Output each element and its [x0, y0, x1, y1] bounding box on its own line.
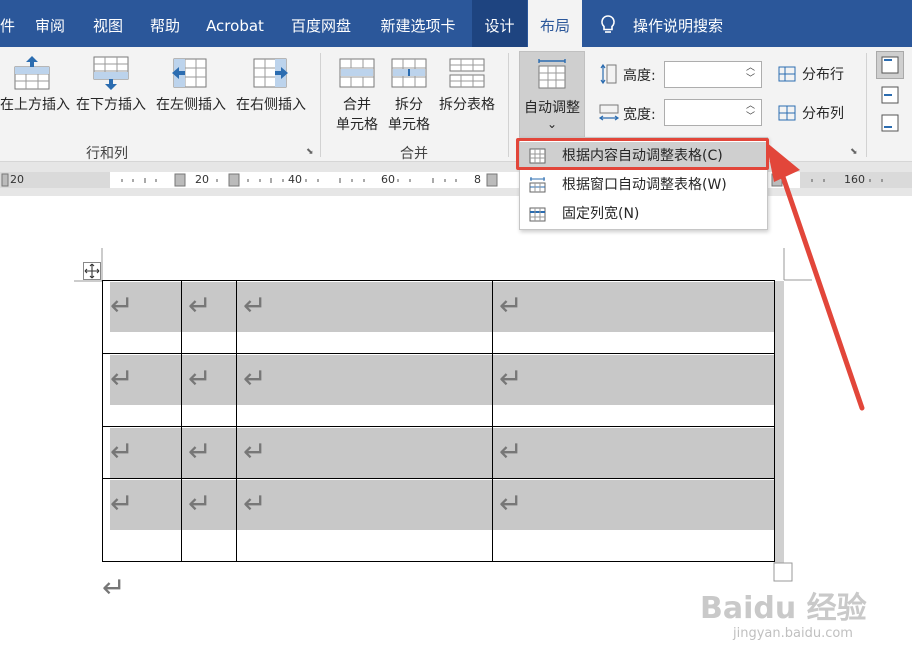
column-width-icon	[598, 103, 620, 127]
highlight-annotation-box	[516, 138, 769, 170]
autofit-window-icon	[529, 177, 546, 193]
merge-cells-label-1: 合并	[343, 97, 371, 113]
split-cells-label-1: 拆分	[395, 97, 423, 113]
paragraph-mark-icon: ↵	[243, 362, 267, 395]
align-top-left-icon	[881, 56, 899, 74]
spinner-arrows-icon[interactable]: ︿ ﹀	[746, 101, 755, 123]
baidu-jingyan-watermark-logo: Baidu 经验	[700, 591, 867, 626]
insert-below-button[interactable]: 在下方插入	[72, 55, 150, 115]
spinner-arrows-icon[interactable]: ︿ ﹀	[746, 63, 755, 85]
paragraph-mark-icon: ↵	[110, 289, 134, 322]
insert-above-icon	[14, 56, 50, 90]
paragraph-mark-icon: ↵	[243, 487, 267, 520]
watermark-url: jingyan.baidu.com	[733, 626, 853, 641]
insert-right-button[interactable]: 在右侧插入	[232, 55, 310, 115]
split-table-button[interactable]: 拆分表格	[436, 55, 498, 115]
ruler-label: 60	[381, 173, 395, 186]
group-label-merge: 合并	[400, 146, 428, 162]
ruler-label: 20	[195, 173, 209, 186]
align-top-left-button[interactable]	[876, 51, 904, 79]
menu-item-autofit-window[interactable]: 根据窗口自动调整表格(W)	[520, 171, 767, 199]
align-center-left-button[interactable]	[878, 83, 904, 107]
paragraph-mark-icon: ↵	[499, 435, 523, 468]
insert-above-label: 在上方插入	[0, 97, 70, 113]
tab-new-tab[interactable]: 新建选项卡	[368, 0, 468, 47]
tab-help[interactable]: 帮助	[137, 0, 193, 47]
merge-cells-button[interactable]: 合并 单元格	[333, 55, 381, 135]
group-separator	[320, 53, 321, 157]
insert-right-icon	[253, 58, 288, 88]
distribute-cols-label: 分布列	[802, 106, 844, 122]
paragraph-mark-icon: ↵	[499, 487, 523, 520]
tell-me-search[interactable]: 操作说明搜索	[628, 0, 728, 47]
paragraph-mark-icon: ↵	[110, 435, 134, 468]
insert-left-icon	[172, 58, 207, 88]
merge-cells-icon	[339, 58, 375, 88]
insert-right-label: 在右侧插入	[236, 97, 306, 113]
height-label: 高度:	[623, 68, 656, 84]
fixed-column-width-icon	[529, 207, 546, 222]
distribute-cols-icon	[778, 105, 796, 121]
paragraph-mark-icon: ↵	[499, 362, 523, 395]
paragraph-mark-icon: ↵	[188, 289, 212, 322]
dialog-launcher-icon[interactable]: ⬊	[306, 147, 316, 157]
insert-above-button[interactable]: 在上方插入	[0, 55, 70, 115]
menu-item-fixed-column-width[interactable]: 固定列宽(N)	[520, 200, 767, 228]
autofit-label: 自动调整	[524, 100, 580, 116]
ribbon-tab-bar: 件 审阅 视图 帮助 Acrobat 百度网盘 新建选项卡 设计 布局 操作说明…	[0, 0, 912, 47]
align-center-left-icon	[881, 86, 899, 104]
red-arrow-annotation	[766, 142, 865, 411]
chevron-down-icon: ⌄	[546, 117, 558, 131]
split-table-label: 拆分表格	[439, 97, 495, 113]
lightbulb-icon	[598, 14, 618, 36]
paragraph-mark-icon: ↵	[110, 487, 134, 520]
autofit-icon	[538, 59, 566, 89]
row-height-icon	[600, 63, 618, 89]
ruler-label: 40	[288, 173, 302, 186]
split-cells-button[interactable]: 拆分 单元格	[385, 55, 433, 135]
tab-baidu-netdisk[interactable]: 百度网盘	[281, 0, 361, 47]
align-bottom-left-icon	[881, 114, 899, 132]
tab-layout[interactable]: 布局	[528, 0, 582, 47]
row-height-field[interactable]: ︿ ﹀	[664, 61, 762, 88]
paragraph-mark-icon: ↵	[110, 362, 134, 395]
width-label: 宽度:	[623, 107, 656, 123]
ruler-label: 8	[474, 173, 481, 186]
split-table-icon	[449, 58, 485, 88]
paragraph-mark-icon: ↵	[243, 289, 267, 322]
tab-file[interactable]: 件	[0, 0, 15, 47]
insert-below-icon	[93, 56, 129, 90]
distribute-cols-button[interactable]: 分布列	[778, 103, 844, 123]
paragraph-mark-icon: ↵	[243, 435, 267, 468]
align-bottom-left-button[interactable]	[878, 111, 904, 135]
tab-acrobat[interactable]: Acrobat	[196, 0, 274, 47]
split-cells-label-2: 单元格	[388, 117, 430, 133]
group-separator	[508, 53, 509, 157]
paragraph-mark-icon: ↵	[188, 362, 212, 395]
insert-left-button[interactable]: 在左侧插入	[152, 55, 230, 115]
insert-below-label: 在下方插入	[76, 97, 146, 113]
autofit-button[interactable]: 自动调整 ⌄	[519, 51, 585, 139]
insert-left-label: 在左侧插入	[156, 97, 226, 113]
word-window: 件 审阅 视图 帮助 Acrobat 百度网盘 新建选项卡 设计 布局 操作说明…	[0, 0, 912, 665]
menu-item-label: 根据窗口自动调整表格(W)	[562, 177, 727, 193]
paragraph-mark-icon: ↵	[188, 435, 212, 468]
menu-item-label: 固定列宽(N)	[562, 206, 640, 222]
distribute-rows-label: 分布行	[802, 67, 844, 83]
ruler-label: 20	[10, 173, 24, 186]
merge-cells-label-2: 单元格	[336, 117, 378, 133]
paragraph-mark-icon: ↵	[499, 289, 523, 322]
split-cells-icon	[391, 58, 427, 88]
column-width-field[interactable]: ︿ ﹀	[664, 99, 762, 126]
paragraph-mark-icon: ↵	[188, 487, 212, 520]
word-table[interactable]	[102, 280, 777, 565]
tab-view[interactable]: 视图	[80, 0, 136, 47]
distribute-rows-button[interactable]: 分布行	[778, 64, 844, 84]
group-label-rows-cols: 行和列	[86, 146, 128, 162]
paragraph-mark-icon: ↵	[102, 571, 126, 604]
distribute-rows-icon	[778, 66, 796, 82]
tab-table-design[interactable]: 设计	[472, 0, 527, 47]
tab-review[interactable]: 审阅	[22, 0, 78, 47]
